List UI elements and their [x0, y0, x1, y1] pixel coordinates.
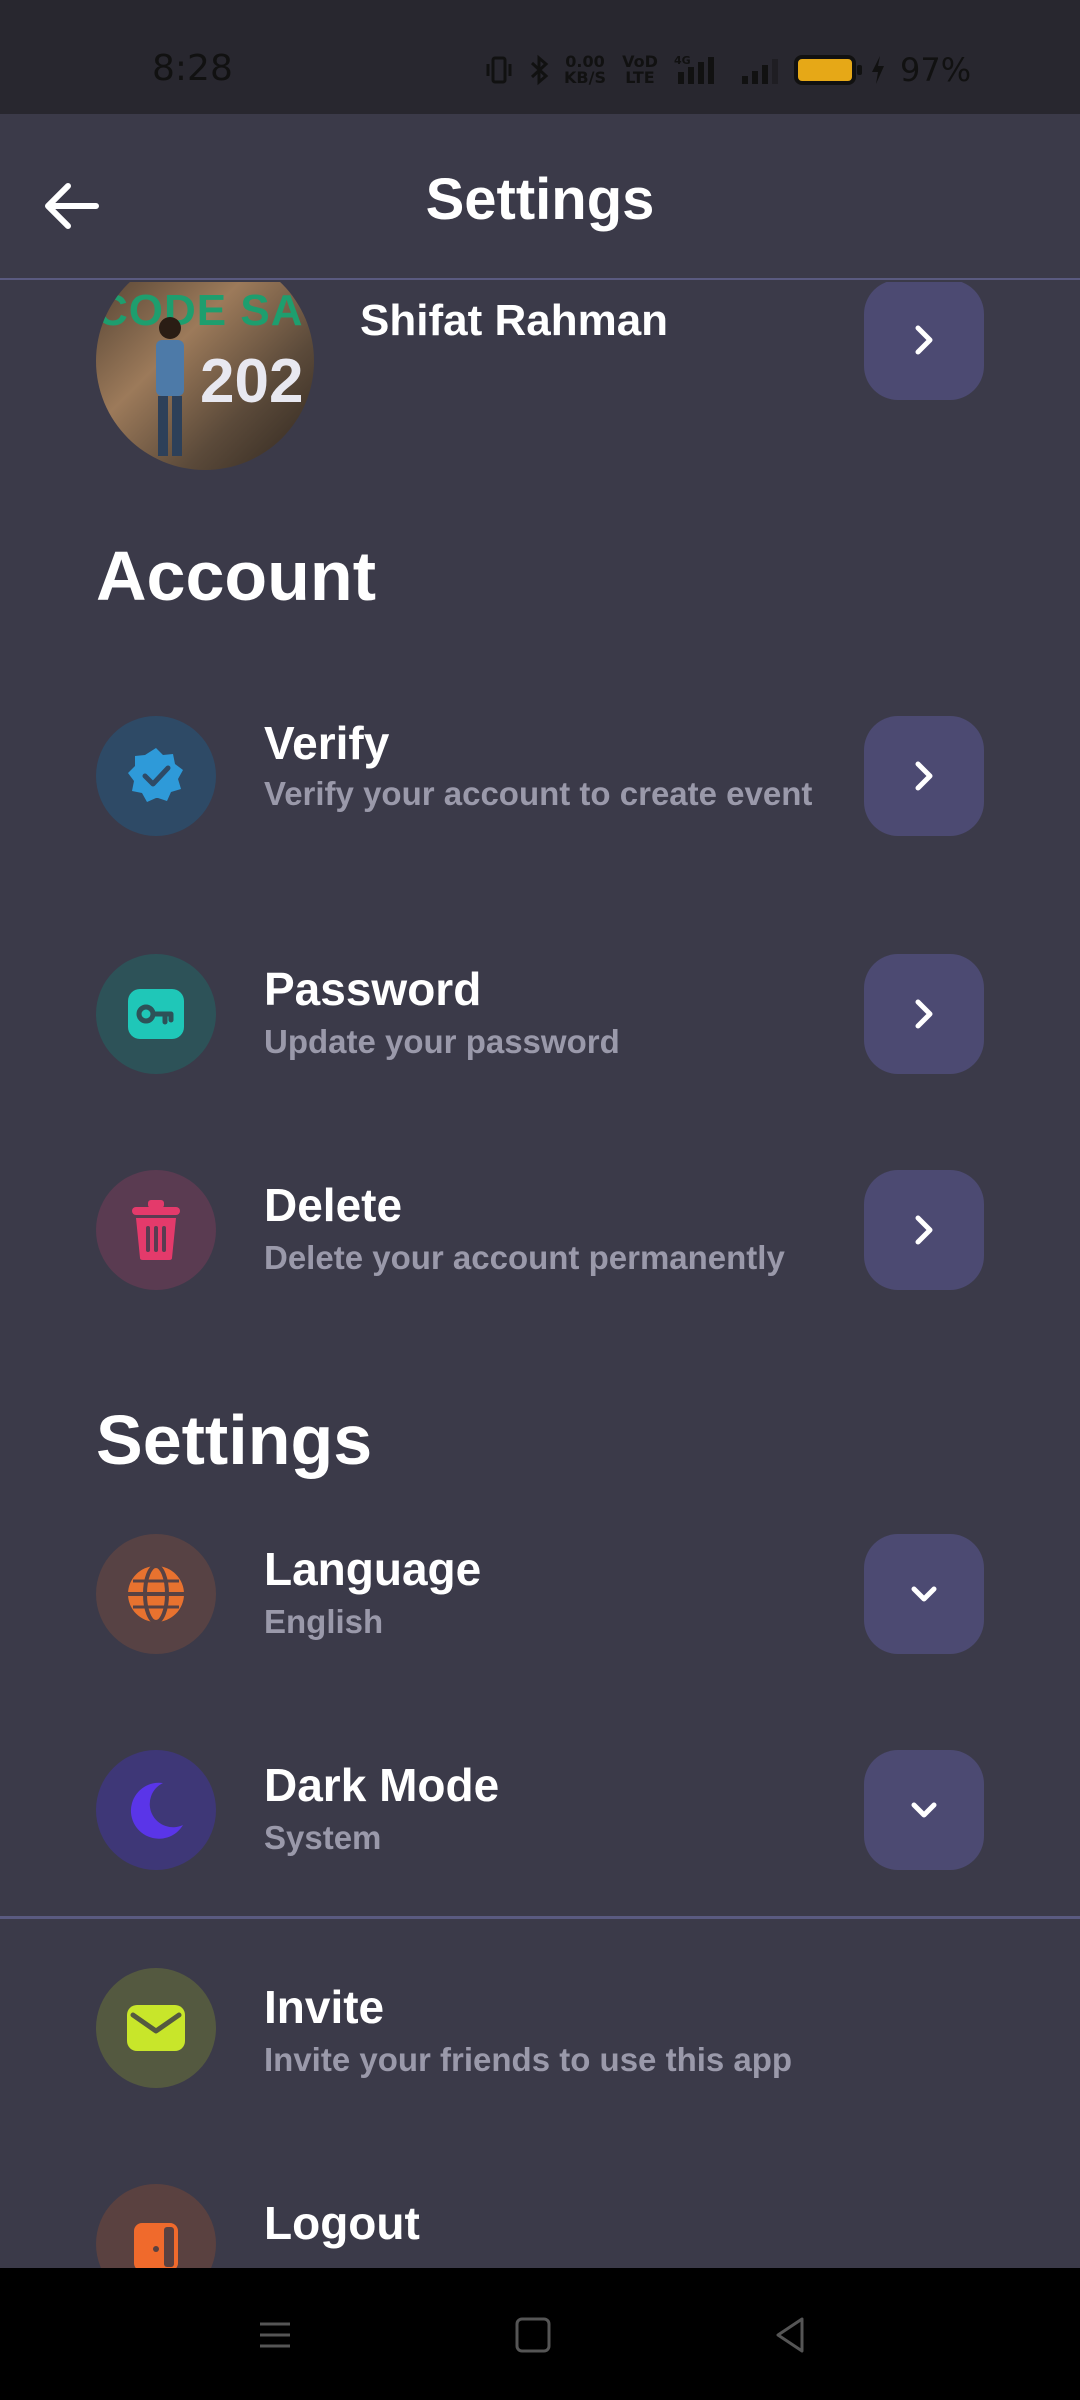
status-bar: 8:28 0.00 KB/S VoD LTE 4G 97%: [0, 0, 1080, 114]
invite-title: Invite: [264, 1981, 385, 2033]
delete-arrow-button[interactable]: [864, 1170, 984, 1290]
delete-icon-bg: [96, 1170, 216, 1290]
logout-row[interactable]: Logout: [0, 2184, 1080, 2268]
settings-section-title: Settings: [96, 1401, 373, 1479]
language-dropdown-button[interactable]: [864, 1534, 984, 1654]
invite-row[interactable]: Invite Invite your friends to use this a…: [0, 1968, 1080, 2098]
trash-icon: [132, 1200, 180, 1260]
charging-icon: [871, 56, 884, 84]
net-speed: 0.00 KB/S: [564, 52, 606, 87]
verify-icon-bg: [96, 716, 216, 836]
verify-subtitle: Verify your account to create event: [264, 775, 813, 812]
section-divider: [0, 1916, 1080, 1919]
chevron-right-icon: [915, 325, 933, 355]
language-value: English: [264, 1603, 384, 1640]
dark-mode-title: Dark Mode: [264, 1759, 500, 1811]
delete-title: Delete: [264, 1179, 403, 1231]
battery-icon: [793, 55, 862, 85]
delete-subtitle: Delete your account permanently: [264, 1239, 785, 1276]
password-icon-bg: [96, 954, 216, 1074]
chevron-down-icon: [911, 1802, 937, 1818]
settings-list[interactable]: CODE SA 202 Shifat Rahman Account Verify: [0, 282, 1080, 1918]
verify-row[interactable]: Verify Verify your account to create eve…: [0, 716, 1080, 846]
bluetooth-icon: [530, 54, 549, 86]
password-subtitle: Update your password: [264, 1023, 620, 1060]
dark-mode-row[interactable]: Dark Mode System: [0, 1750, 1080, 1880]
language-title: Language: [264, 1543, 482, 1595]
password-arrow-button[interactable]: [864, 954, 984, 1074]
envelope-icon: [127, 2005, 185, 2051]
app-bar: Settings: [0, 114, 1080, 280]
verified-badge-icon: [128, 748, 183, 802]
door-icon: [134, 2223, 178, 2268]
language-row[interactable]: Language English: [0, 1534, 1080, 1664]
signal-4g-icon: 4G: [674, 54, 714, 84]
password-title: Password: [264, 963, 482, 1015]
verify-arrow-button[interactable]: [864, 716, 984, 836]
system-nav-bar: [0, 2268, 1080, 2400]
chevron-right-icon: [915, 1215, 933, 1245]
globe-icon: [128, 1564, 184, 1624]
menu-nav-icon[interactable]: [250, 2310, 300, 2360]
chevron-right-icon: [915, 761, 933, 791]
password-row[interactable]: Password Update your password: [0, 954, 1080, 1084]
logout-icon-bg: [96, 2184, 216, 2268]
volte-label: VoD LTE: [622, 52, 658, 87]
invite-icon-bg: [96, 1968, 216, 2088]
language-icon-bg: [96, 1534, 216, 1654]
chevron-right-icon: [915, 999, 933, 1029]
battery-percent: 97%: [899, 51, 972, 89]
back-nav-icon[interactable]: [766, 2310, 816, 2360]
dark-mode-dropdown-button[interactable]: [864, 1750, 984, 1870]
chevron-down-icon: [911, 1586, 937, 1602]
status-time: 8:28: [152, 48, 233, 89]
dark-mode-value: System: [264, 1819, 382, 1856]
key-icon: [128, 989, 184, 1039]
invite-subtitle: Invite your friends to use this app: [264, 2041, 793, 2078]
status-icons: 0.00 KB/S VoD LTE 4G 97%: [484, 48, 971, 92]
verify-title: Verify: [264, 717, 390, 769]
delete-row[interactable]: Delete Delete your account permanently: [0, 1170, 1080, 1300]
moon-icon: [130, 1782, 183, 1839]
logout-title: Logout: [264, 2197, 420, 2249]
profile-arrow-button[interactable]: [864, 282, 984, 400]
dark-mode-icon-bg: [96, 1750, 216, 1870]
account-section-title: Account: [96, 537, 376, 615]
vibrate-icon: [486, 56, 512, 84]
page-title: Settings: [425, 167, 655, 232]
signal-icon: [741, 59, 778, 84]
svg-text:4G: 4G: [674, 54, 691, 67]
home-nav-icon[interactable]: [508, 2310, 558, 2360]
